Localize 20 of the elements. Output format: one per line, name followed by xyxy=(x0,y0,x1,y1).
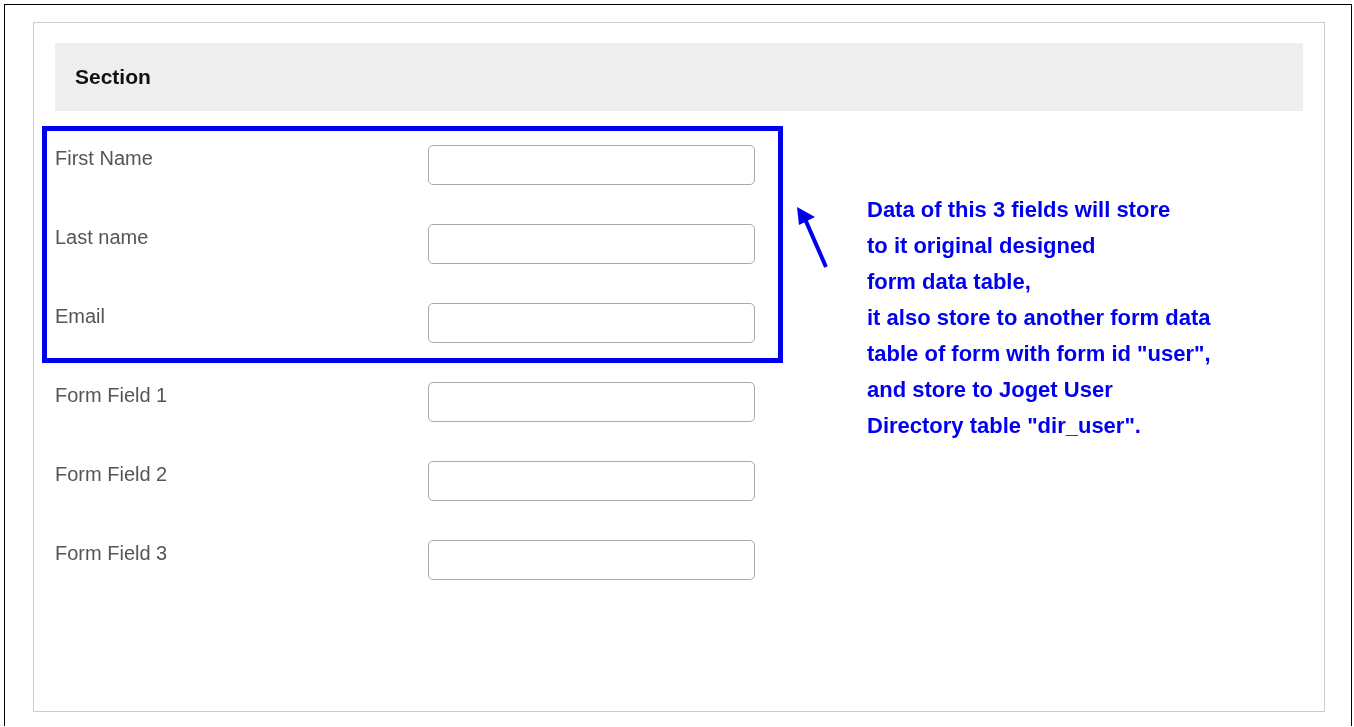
field-label: Form Field 1 xyxy=(55,383,169,408)
field-label: First Name xyxy=(55,146,154,171)
annotation-line: it also store to another form data xyxy=(867,304,1211,332)
annotation-line: to it original designed xyxy=(867,232,1097,260)
field-label: Last name xyxy=(55,225,150,250)
text-field[interactable] xyxy=(428,461,755,501)
annotation-line: table of form with form id "user", xyxy=(867,340,1211,368)
field-label: Email xyxy=(55,304,106,329)
text-field[interactable] xyxy=(428,382,755,422)
text-field[interactable] xyxy=(428,224,755,264)
field-label: Form Field 3 xyxy=(55,541,169,566)
annotation-line: form data table, xyxy=(867,268,1032,296)
text-field[interactable] xyxy=(428,540,755,580)
text-field[interactable] xyxy=(428,145,755,185)
section-title: Section xyxy=(75,65,151,89)
annotation-line: Directory table "dir_user". xyxy=(867,412,1142,440)
field-label: Form Field 2 xyxy=(55,462,169,487)
annotation-line: and store to Joget User xyxy=(867,376,1114,404)
text-field[interactable] xyxy=(428,303,755,343)
annotation-line: Data of this 3 fields will store xyxy=(867,196,1172,224)
